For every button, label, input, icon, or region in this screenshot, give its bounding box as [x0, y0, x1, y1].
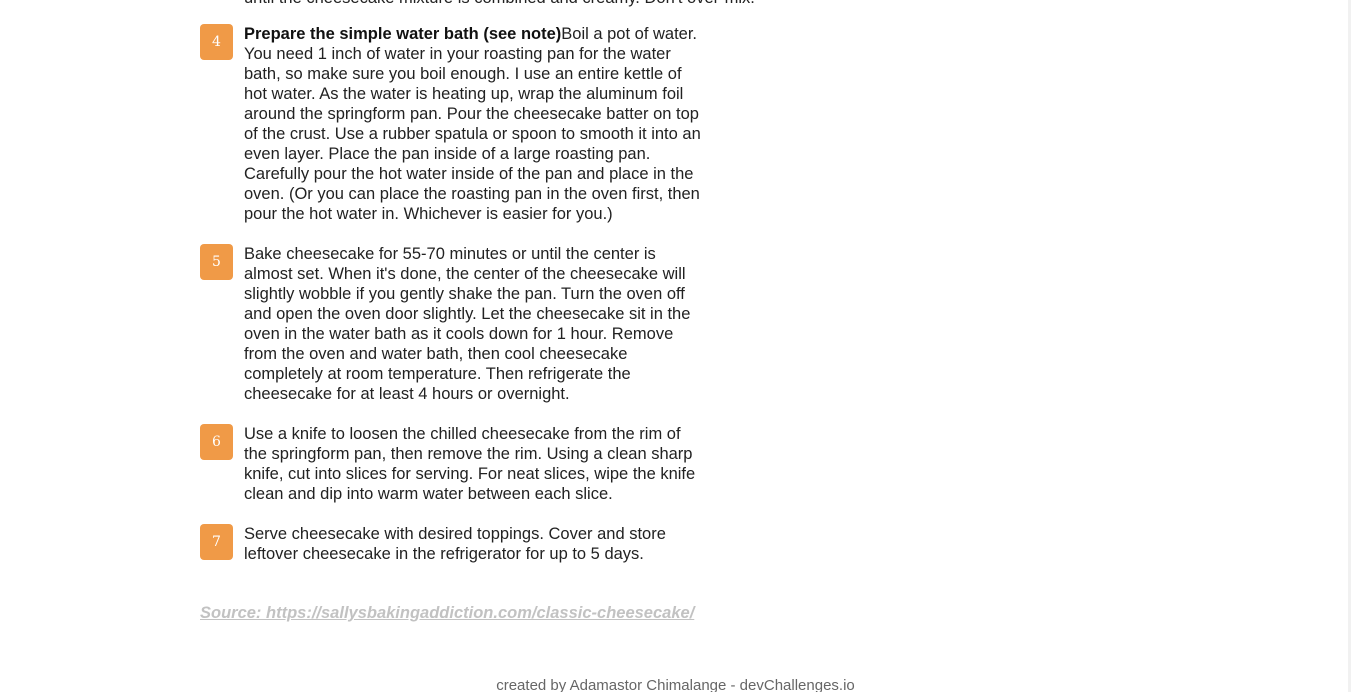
- step-text: Bake cheesecake for 55-70 minutes or unt…: [244, 244, 752, 404]
- step-text-line: Carefully pour the hot water inside of t…: [244, 165, 694, 183]
- step-text-line: oven. (Or you can place the roasting pan…: [244, 185, 700, 203]
- step-text-line: cheesecake for at least 4 hours or overn…: [244, 385, 570, 403]
- step-text-line: slightly wobble if you gently shake the …: [244, 285, 685, 303]
- step-text-line: pour the hot water in. Whichever is easi…: [244, 205, 613, 223]
- step-text: Use a knife to loosen the chilled cheese…: [244, 424, 752, 504]
- step-text-line: leftover cheesecake in the refrigerator …: [244, 545, 644, 563]
- footer-credit: created by Adamastor Chimalange - devCha…: [496, 677, 855, 692]
- step-number-badge: 6: [200, 424, 233, 460]
- step-text-line: almost set. When it's done, the center o…: [244, 265, 686, 283]
- step-text-line: of the crust. Use a rubber spatula or sp…: [244, 125, 701, 143]
- step-number-badge: 4: [200, 24, 233, 60]
- step-text-line: Use a knife to loosen the chilled cheese…: [244, 425, 681, 443]
- step-text: Prepare the simple water bath (see note)…: [244, 24, 752, 224]
- step-text-line: Boil a pot of water.: [561, 25, 698, 43]
- step-text-line: Serve cheesecake with desired toppings. …: [244, 525, 666, 543]
- step-text-line: clean and dip into warm water between ea…: [244, 485, 613, 503]
- step-text-line: hot water. As the water is heating up, w…: [244, 85, 684, 103]
- step-text: Serve cheesecake with desired toppings. …: [244, 524, 752, 564]
- step-text-line: knife, cut into slices for serving. For …: [244, 465, 696, 483]
- step-text-line: even layer. Place the pan inside of a la…: [244, 145, 651, 163]
- step-title: Prepare the simple water bath (see note): [244, 25, 562, 43]
- source-link[interactable]: Source: https://sallysbakingaddiction.co…: [200, 604, 694, 623]
- step-text-line: Bake cheesecake for 55-70 minutes or unt…: [244, 245, 656, 263]
- step-number-badge: 7: [200, 524, 233, 560]
- step-text-line: bath, so make sure you boil enough. I us…: [244, 65, 682, 83]
- partial-previous-step-text: until the cheesecake mixture is combined…: [244, 0, 764, 8]
- step-text-line: the springform pan, then remove the rim.…: [244, 445, 693, 463]
- step-text-line: and open the oven door slightly. Let the…: [244, 305, 691, 323]
- step-text-line: completely at room temperature. Then ref…: [244, 365, 631, 383]
- step-text-line: from the oven and water bath, then cool …: [244, 345, 628, 363]
- step-text-line: You need 1 inch of water in your roastin…: [244, 45, 671, 63]
- step-number-badge: 5: [200, 244, 233, 280]
- step-text-line: around the springform pan. Pour the chee…: [244, 105, 699, 123]
- step-text-line: oven in the water bath as it cools down …: [244, 325, 674, 343]
